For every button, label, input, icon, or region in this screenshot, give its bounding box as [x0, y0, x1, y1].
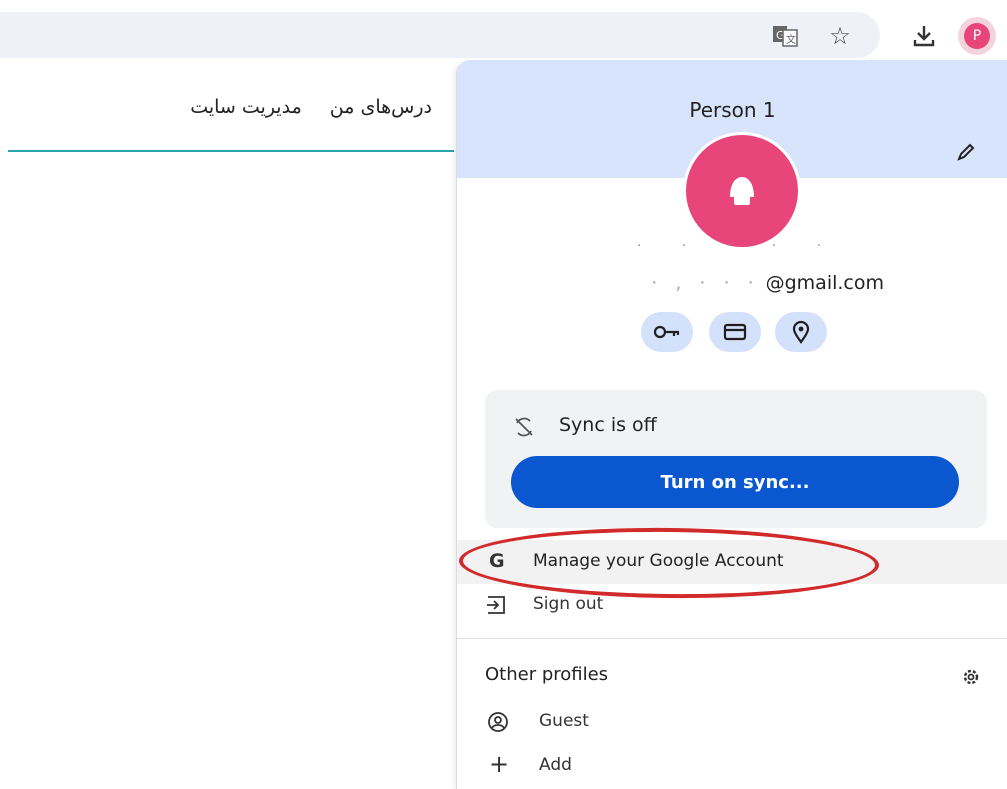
site-nav: درس‌های من مدیریت سایت [168, 96, 432, 118]
sign-out-label: Sign out [533, 594, 604, 614]
translate-icon[interactable]: G 文 [770, 22, 800, 50]
nav-divider [8, 150, 454, 152]
email-redacted: · , · · · [651, 272, 760, 294]
person-silhouette-icon [730, 177, 754, 205]
svg-text:文: 文 [786, 33, 796, 46]
plus-icon: + [489, 750, 510, 778]
account-name-redacted: · · · · · [637, 238, 840, 254]
profile-menu: Person 1 · · · · · · , · · ·@gmail.com [456, 60, 1007, 789]
sign-out-item[interactable]: Sign out [457, 590, 1007, 624]
sync-card: Sync is off Turn on sync... [485, 390, 987, 528]
nav-site-admin[interactable]: مدیریت سایت [190, 96, 302, 118]
profile-avatar-button[interactable]: P [958, 17, 996, 55]
edit-pencil-icon[interactable] [954, 140, 978, 164]
passwords-button[interactable] [641, 312, 693, 352]
email-suffix: @gmail.com [765, 272, 884, 294]
other-profiles-heading: Other profiles [485, 664, 609, 685]
credit-card-icon [723, 323, 747, 341]
guest-label: Guest [539, 711, 589, 731]
add-profile-item[interactable]: + Add [457, 750, 1007, 784]
add-label: Add [539, 755, 572, 775]
sync-off-icon [513, 416, 535, 438]
guest-profile-item[interactable]: Guest [457, 706, 1007, 740]
account-circle-icon [487, 711, 509, 733]
addresses-button[interactable] [775, 312, 827, 352]
key-icon [653, 325, 680, 339]
turn-on-sync-button[interactable]: Turn on sync... [511, 456, 959, 508]
download-icon[interactable] [908, 20, 940, 52]
location-pin-icon [792, 320, 810, 344]
account-email: · , · · · @gmail.com [651, 272, 884, 294]
payment-methods-button[interactable] [709, 312, 761, 352]
menu-divider [457, 638, 1007, 639]
bookmark-star-icon[interactable]: ☆ [826, 22, 854, 50]
nav-my-courses[interactable]: درس‌های من [330, 96, 432, 118]
sign-out-icon [485, 594, 507, 616]
avatar-letter: P [964, 23, 990, 49]
person-name: Person 1 [689, 98, 776, 122]
sync-status-text: Sync is off [559, 414, 657, 436]
gear-icon[interactable] [960, 666, 982, 688]
profile-avatar [683, 132, 801, 250]
address-bar[interactable] [0, 12, 880, 58]
